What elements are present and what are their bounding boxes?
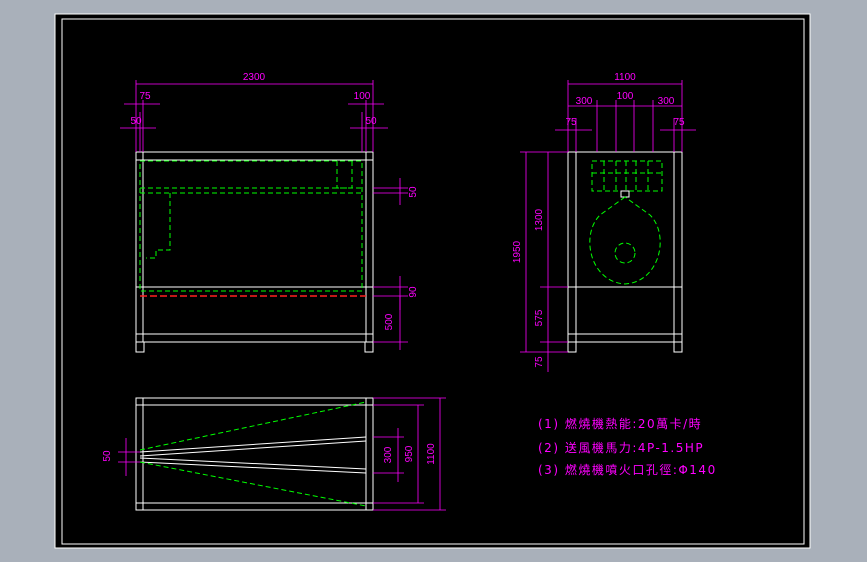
front-width-dim: 2300 [243,72,266,83]
side-dim-100: 100 [617,91,634,102]
top-dim-950: 950 [404,445,415,462]
front-right-offset-100: 100 [354,91,371,102]
note-blower-power: (2) 送風機馬力:4P-1.5HP [538,440,704,455]
side-width-dim: 1100 [614,72,636,83]
side-dim-75-right: 75 [673,117,685,128]
spec-notes: (1) 燃燒機熱能:20萬卡/時 (2) 送風機馬力:4P-1.5HP (3) … [538,416,717,477]
front-left-offset-50: 50 [130,116,142,127]
top-dim-300: 300 [383,446,394,463]
side-height-1300: 1300 [534,208,545,231]
side-height-1950: 1950 [512,240,523,263]
side-dim-75-left: 75 [565,117,577,128]
top-dim-50: 50 [102,450,113,462]
cad-drawing-sheet: 2300 75 100 50 50 50 90 500 1100 300 100… [54,13,811,549]
top-dim-1100: 1100 [426,443,437,465]
front-dim-50: 50 [408,186,419,198]
side-height-75: 75 [534,356,545,368]
side-dim-300-right: 300 [658,96,675,107]
note-nozzle-diameter: (3) 燃燒機噴火口孔徑:Φ140 [538,462,717,477]
front-left-offset-75: 75 [139,91,151,102]
front-right-offset-50: 50 [365,116,377,127]
side-dim-300-left: 300 [576,96,593,107]
front-dim-90: 90 [408,286,419,298]
front-dim-500: 500 [384,313,395,330]
note-burner-heat: (1) 燃燒機熱能:20萬卡/時 [538,416,702,431]
side-height-575: 575 [534,309,545,326]
